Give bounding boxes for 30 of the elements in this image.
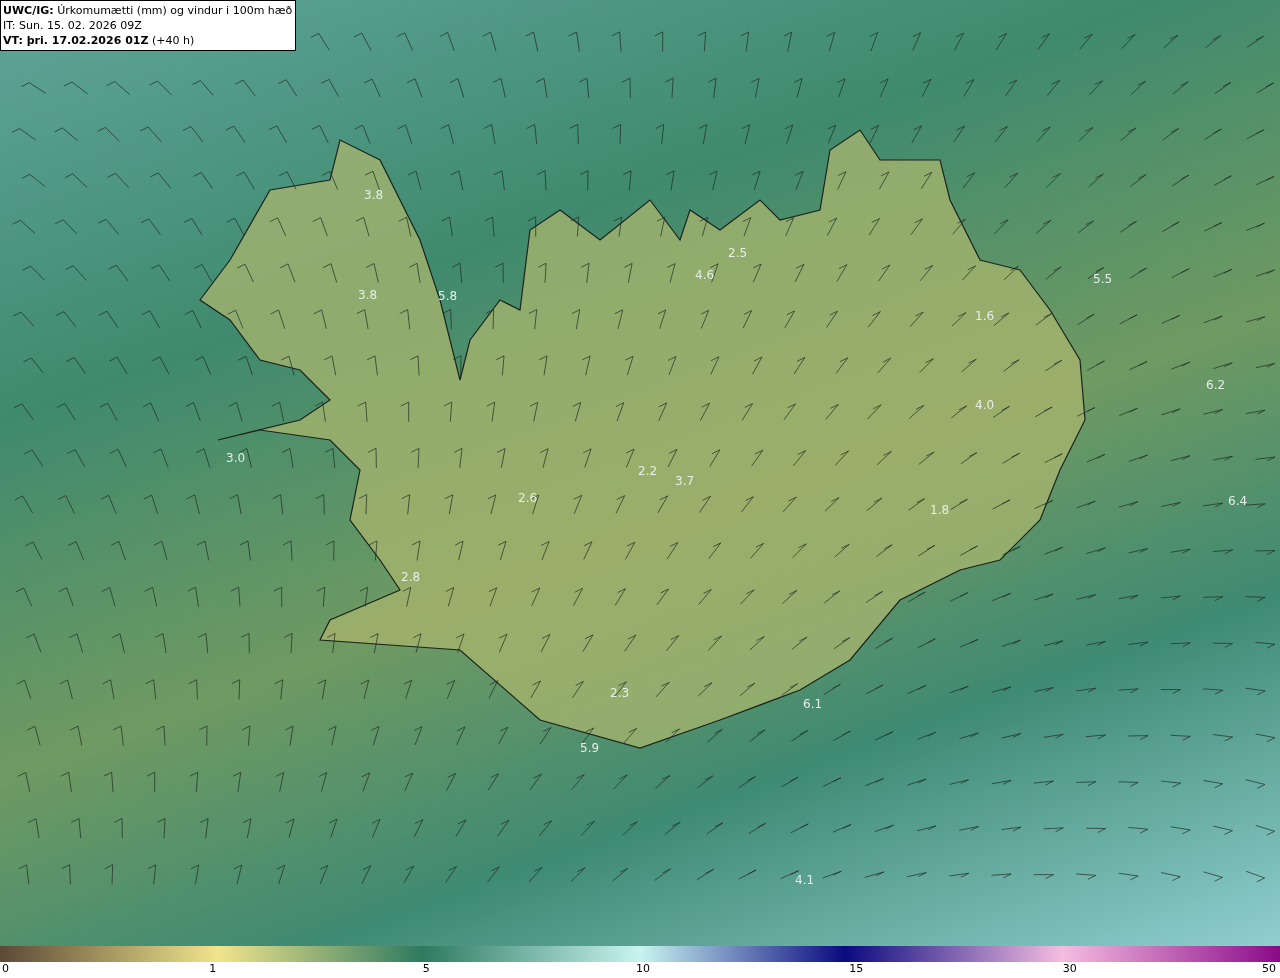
value-label: 5.8 <box>438 290 458 302</box>
value-label: 3.8 <box>358 289 378 301</box>
value-label: 6.1 <box>803 698 823 710</box>
scale-tick-label: 1 <box>209 963 217 974</box>
value-label: 1.6 <box>975 310 995 322</box>
value-label: 2.8 <box>401 571 421 583</box>
value-label: 2.6 <box>518 492 538 504</box>
scale-tick-label: 50 <box>1262 963 1276 974</box>
scale-tick-label: 5 <box>422 963 430 974</box>
value-label: 6.2 <box>1206 379 1226 391</box>
valid-time: VT: þri. 17.02.2026 01Z (+40 h) <box>3 33 196 48</box>
scale-tick-label: 30 <box>1062 963 1077 974</box>
value-label: 1.8 <box>930 504 950 516</box>
scale-tick-label: 10 <box>636 963 650 974</box>
value-label: 6.4 <box>1228 495 1248 507</box>
value-label: 2.2 <box>638 465 658 477</box>
scale-tick-label: 15 <box>849 963 864 974</box>
value-label: 4.0 <box>975 399 995 411</box>
value-label: 5.5 <box>1093 273 1113 285</box>
map-title: UWC/IG: Úrkomumætti (mm) og vindur i 100m hæð <box>3 3 293 18</box>
value-label: 2.3 <box>610 687 630 699</box>
issue-time: IT: Sun. 15. 02. 2026 09Z <box>3 18 143 33</box>
value-label: 2.5 <box>728 247 748 259</box>
value-label: 3.7 <box>675 475 695 487</box>
value-label: 4.6 <box>695 269 715 281</box>
value-label: 5.9 <box>580 742 600 754</box>
scale-tick-label: 0 <box>2 963 9 974</box>
value-label: 3.0 <box>226 452 246 464</box>
value-label: 4.1 <box>795 874 815 886</box>
value-label: 3.8 <box>364 189 384 201</box>
